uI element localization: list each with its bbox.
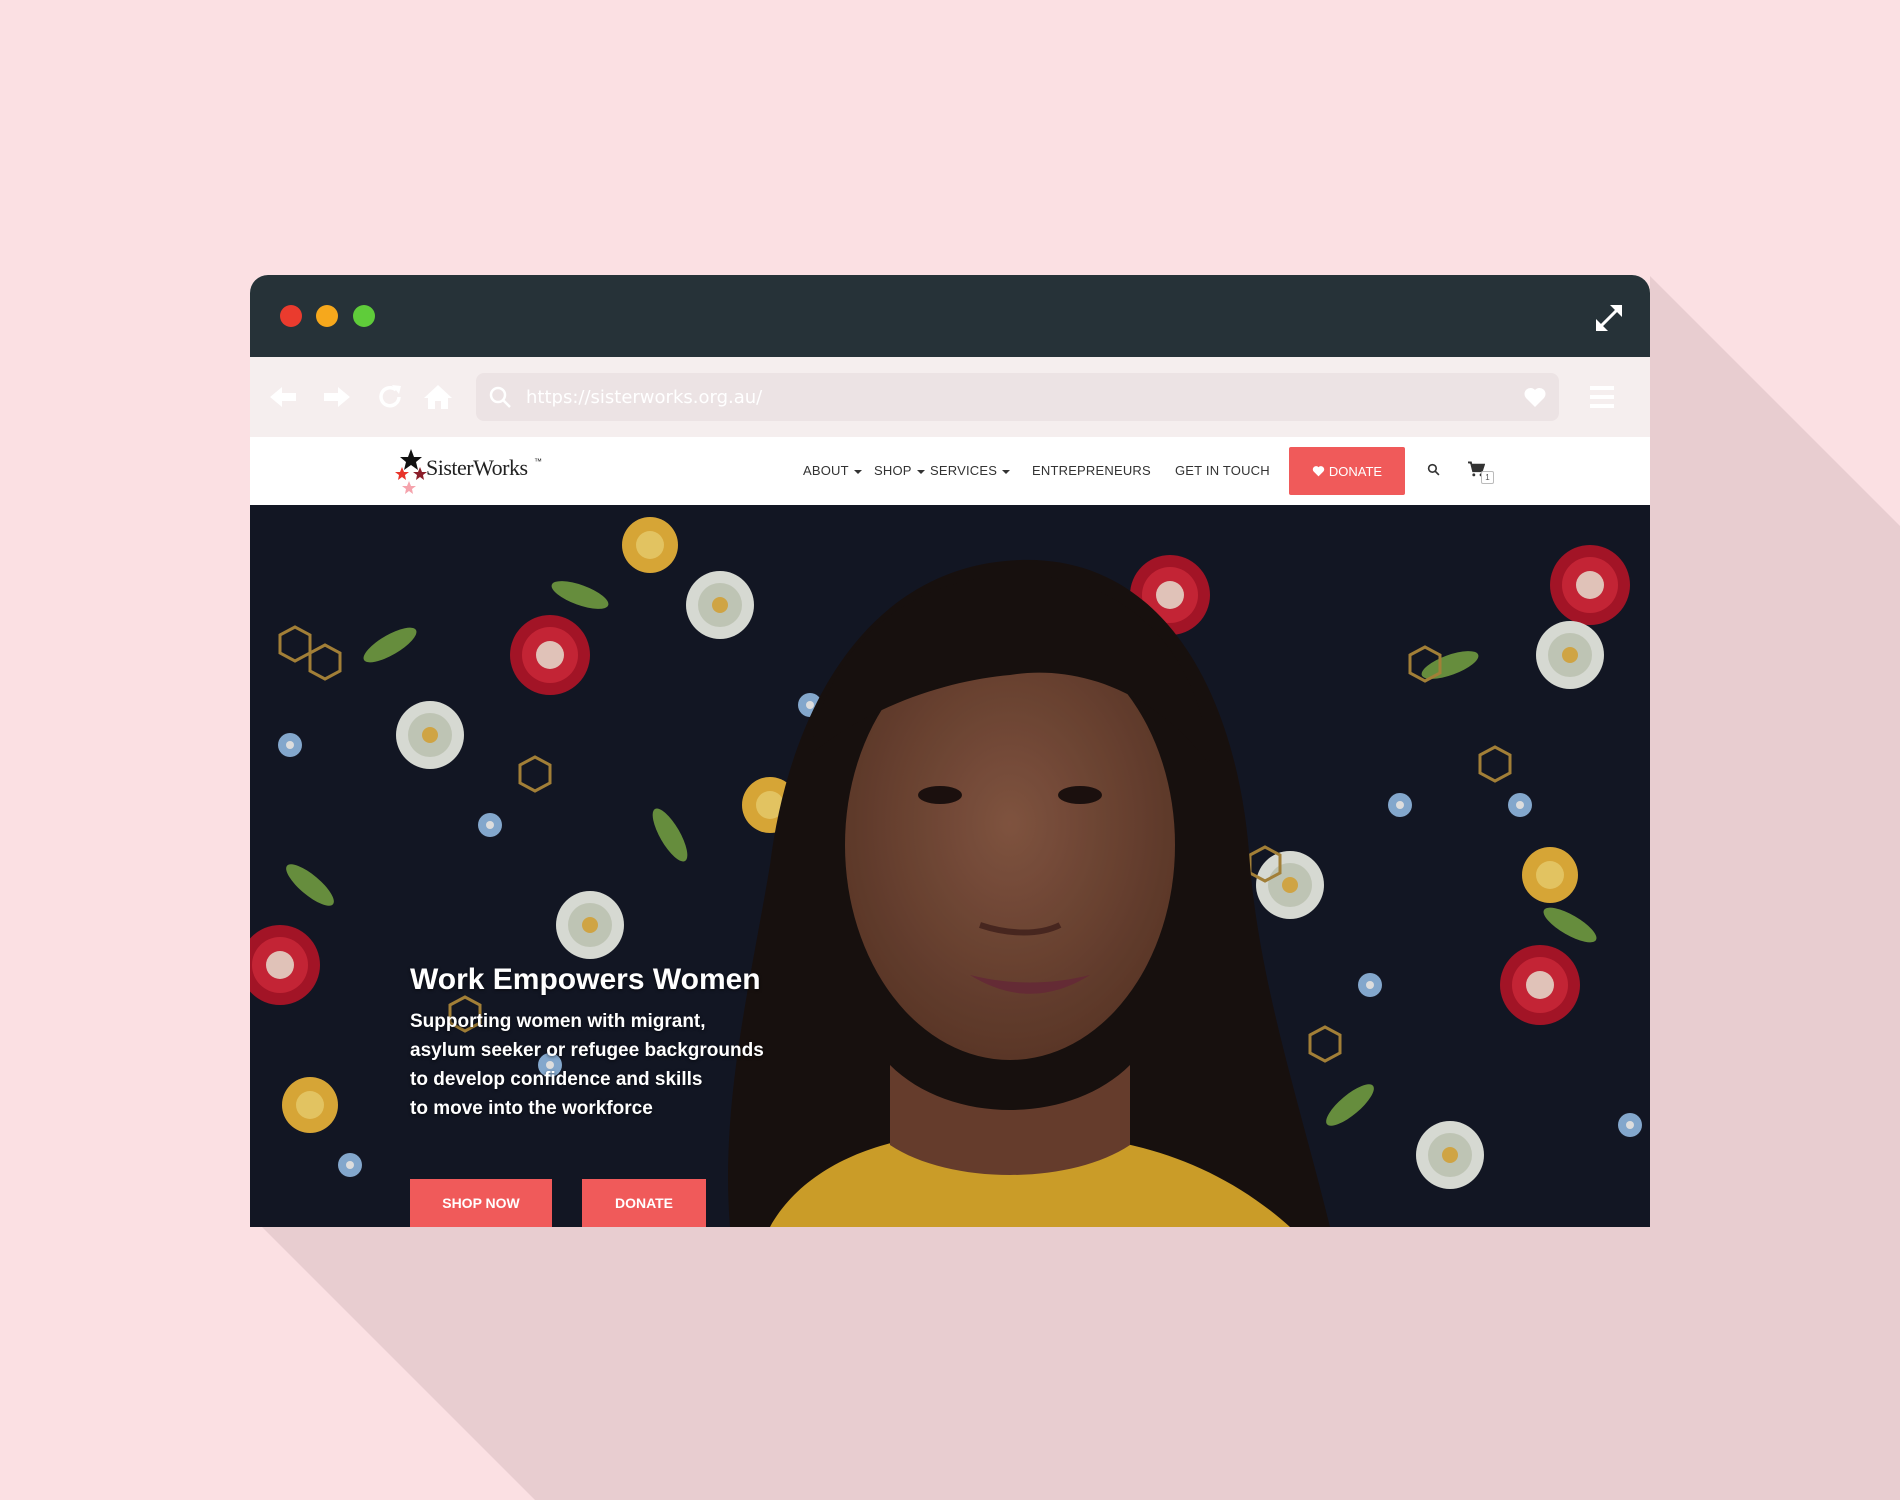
nav-services[interactable]: SERVICES bbox=[930, 463, 1011, 478]
chevron-down-icon bbox=[916, 469, 925, 474]
site-header: SisterWorks ™ ABOUT SHOP SERVICES ENTREP… bbox=[250, 437, 1650, 505]
nav-get-in-touch[interactable]: GET IN TOUCH bbox=[1175, 463, 1270, 478]
address-bar[interactable]: https://sisterworks.org.au/ bbox=[476, 373, 1559, 421]
nav-donate-button[interactable]: DONATE bbox=[1289, 447, 1405, 495]
nav-get-in-touch-label: GET IN TOUCH bbox=[1175, 463, 1270, 478]
window-titlebar bbox=[250, 275, 1650, 357]
browser-window: https://sisterworks.org.au/ SisterWorks … bbox=[250, 275, 1650, 1227]
maximize-window-button[interactable] bbox=[353, 305, 375, 327]
hamburger-menu-icon[interactable] bbox=[1588, 383, 1616, 411]
stars-logo-icon bbox=[395, 449, 427, 494]
search-icon bbox=[489, 386, 511, 408]
hero-section: Work Empowers Women Supporting women wit… bbox=[250, 505, 1650, 1227]
forward-arrow-icon[interactable] bbox=[320, 381, 352, 413]
sisterworks-logo[interactable]: SisterWorks ™ bbox=[394, 445, 554, 497]
shop-now-button[interactable]: SHOP NOW bbox=[410, 1179, 552, 1227]
nav-shop-label: SHOP bbox=[874, 463, 912, 478]
nav-entrepreneurs-label: ENTREPRENEURS bbox=[1032, 463, 1151, 478]
nav-donate-label: DONATE bbox=[1328, 463, 1383, 479]
trademark-mark: ™ bbox=[534, 457, 542, 466]
hero-subtitle-line: Supporting women with migrant, bbox=[410, 1011, 706, 1032]
back-arrow-icon[interactable] bbox=[268, 381, 300, 413]
hero-subtitle-line: to move into the workforce bbox=[410, 1098, 653, 1119]
nav-shop[interactable]: SHOP bbox=[874, 463, 925, 478]
chevron-down-icon bbox=[853, 469, 862, 474]
cart-button[interactable]: 1 bbox=[1467, 461, 1494, 485]
cart-count-badge: 1 bbox=[1481, 471, 1494, 484]
shop-now-label: SHOP NOW bbox=[442, 1195, 520, 1211]
reload-icon[interactable] bbox=[374, 381, 406, 413]
heart-icon bbox=[1312, 466, 1325, 477]
browser-toolbar: https://sisterworks.org.au/ bbox=[250, 357, 1650, 437]
bookmark-heart-icon[interactable] bbox=[1523, 386, 1547, 408]
hero-donate-button[interactable]: DONATE bbox=[582, 1179, 706, 1227]
hero-subtitle-line: asylum seeker or refugee backgrounds bbox=[410, 1040, 764, 1061]
nav-entrepreneurs[interactable]: ENTREPRENEURS bbox=[1032, 463, 1151, 478]
fullscreen-icon[interactable] bbox=[1592, 301, 1626, 335]
hero-subtitle: Supporting women with migrant, asylum se… bbox=[410, 1007, 800, 1123]
close-window-button[interactable] bbox=[280, 305, 302, 327]
nav-services-label: SERVICES bbox=[930, 463, 998, 478]
hero-donate-label: DONATE bbox=[614, 1195, 674, 1211]
url-text: https://sisterworks.org.au/ bbox=[526, 387, 763, 408]
nav-about[interactable]: ABOUT bbox=[803, 463, 862, 478]
hero-text-block: Work Empowers Women Supporting women wit… bbox=[410, 963, 800, 1123]
chevron-down-icon bbox=[1002, 469, 1011, 474]
hero-title: Work Empowers Women bbox=[410, 963, 761, 996]
home-icon[interactable] bbox=[422, 381, 454, 413]
site-search-icon[interactable] bbox=[1427, 463, 1440, 476]
hero-subtitle-line: to develop confidence and skills bbox=[410, 1069, 703, 1090]
minimize-window-button[interactable] bbox=[316, 305, 338, 327]
logo-text: SisterWorks bbox=[426, 455, 528, 480]
nav-about-label: ABOUT bbox=[803, 463, 849, 478]
